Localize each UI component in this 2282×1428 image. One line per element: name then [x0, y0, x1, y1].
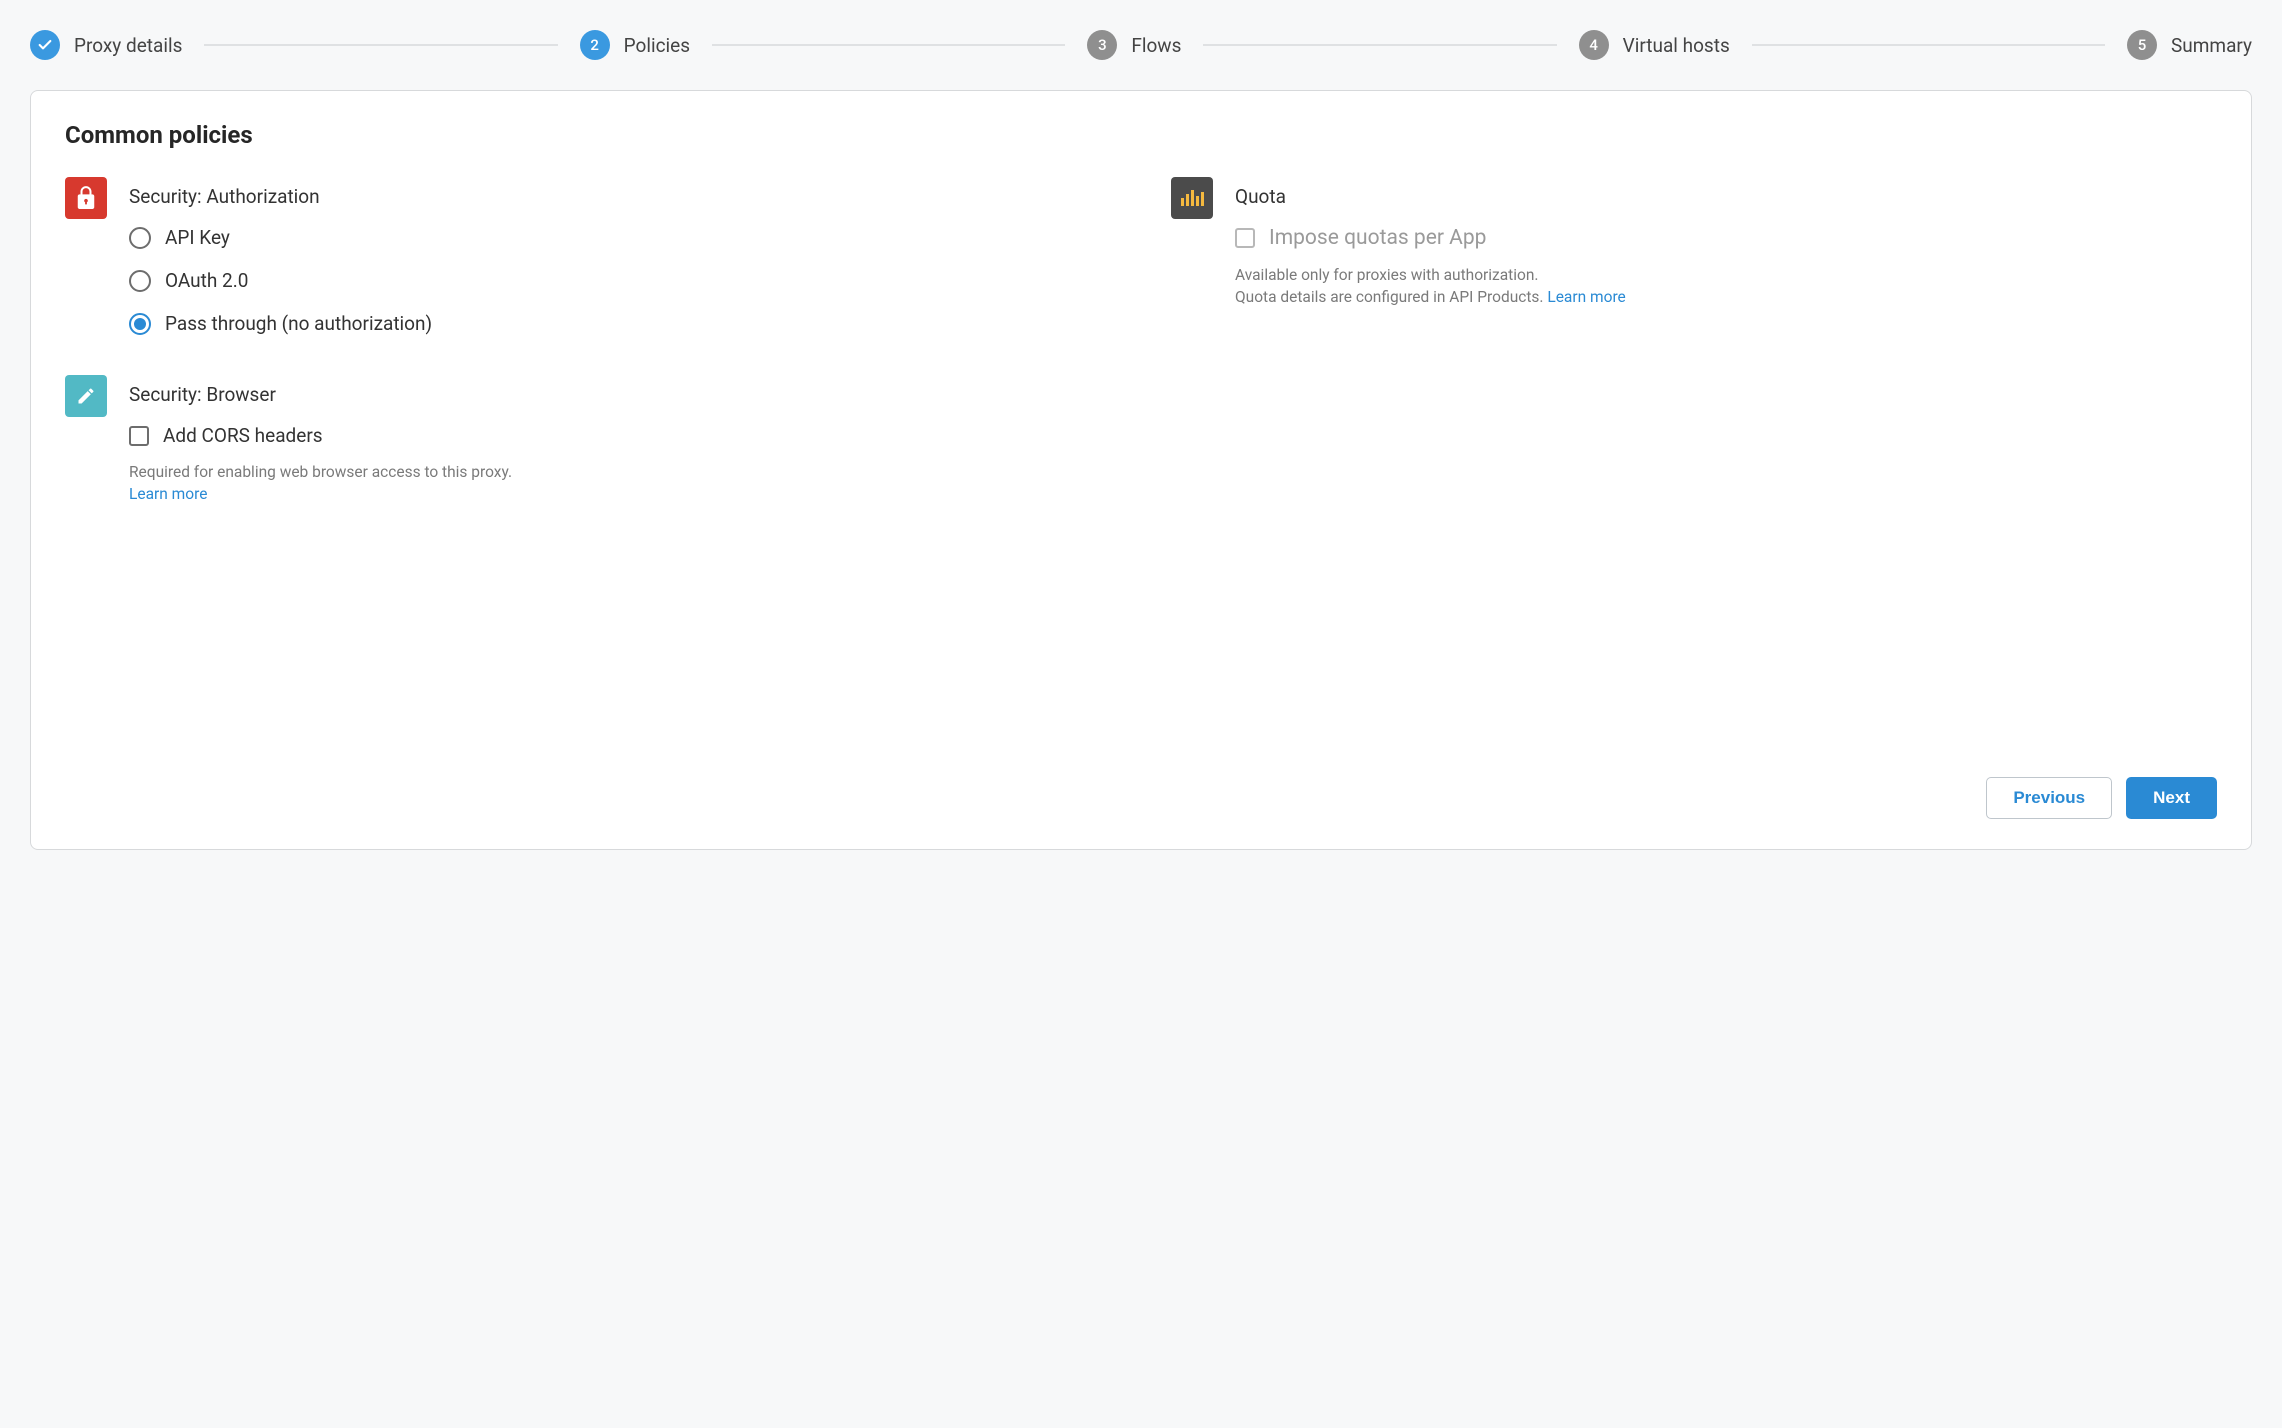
previous-button[interactable]: Previous	[1986, 777, 2112, 819]
radio-api-key[interactable]: API Key	[129, 226, 1111, 249]
step-label: Proxy details	[74, 34, 182, 57]
checkbox-label: Impose quotas per App	[1269, 226, 1486, 250]
quota-learn-more-link[interactable]: Learn more	[1547, 288, 1625, 306]
step-number: 4	[1579, 30, 1609, 60]
quota-bars-icon	[1171, 177, 1213, 219]
section-title: Security: Authorization	[129, 177, 1111, 208]
footer-buttons: Previous Next	[65, 777, 2217, 819]
radio-oauth[interactable]: OAuth 2.0	[129, 269, 1111, 292]
helper-line: Quota details are configured in API Prod…	[1235, 288, 1547, 306]
step-label: Flows	[1131, 34, 1181, 57]
step-label: Summary	[2171, 34, 2252, 57]
step-flows[interactable]: 3 Flows	[1087, 30, 1181, 60]
check-icon	[30, 30, 60, 60]
step-virtual-hosts[interactable]: 4 Virtual hosts	[1579, 30, 1730, 60]
step-divider	[712, 44, 1065, 46]
sections-grid: Security: Authorization API Key OAuth 2.…	[65, 177, 2217, 747]
next-button[interactable]: Next	[2126, 777, 2217, 819]
checkbox-label: Add CORS headers	[163, 424, 323, 447]
checkbox-impose-quotas: Impose quotas per App	[1235, 226, 2217, 250]
policies-card: Common policies Security: Authorization …	[30, 90, 2252, 850]
section-quota: Quota Impose quotas per App Available on…	[1171, 177, 2217, 335]
step-policies[interactable]: 2 Policies	[580, 30, 690, 60]
step-summary[interactable]: 5 Summary	[2127, 30, 2252, 60]
checkbox-icon	[129, 426, 149, 446]
radio-label: OAuth 2.0	[165, 269, 248, 292]
authorization-radio-group: API Key OAuth 2.0 Pass through (no autho…	[129, 226, 1111, 335]
pencil-icon	[65, 375, 107, 417]
radio-icon	[129, 313, 151, 335]
section-security-authorization: Security: Authorization API Key OAuth 2.…	[65, 177, 1111, 335]
step-divider	[204, 44, 557, 46]
helper-line: Available only for proxies with authoriz…	[1235, 266, 1539, 284]
checkbox-add-cors-headers[interactable]: Add CORS headers	[129, 424, 1111, 447]
radio-icon	[129, 270, 151, 292]
radio-icon	[129, 227, 151, 249]
step-number: 2	[580, 30, 610, 60]
step-number: 5	[2127, 30, 2157, 60]
radio-label: API Key	[165, 226, 230, 249]
step-number: 3	[1087, 30, 1117, 60]
checkbox-icon	[1235, 228, 1255, 248]
step-label: Policies	[624, 34, 690, 57]
step-proxy-details[interactable]: Proxy details	[30, 30, 182, 60]
lock-icon	[65, 177, 107, 219]
wizard-stepper: Proxy details 2 Policies 3 Flows 4 Virtu…	[30, 20, 2252, 90]
browser-helper-text: Required for enabling web browser access…	[129, 461, 1111, 506]
section-title: Quota	[1235, 177, 2217, 208]
section-security-browser: Security: Browser Add CORS headers Requi…	[65, 375, 1111, 506]
quota-helper-text: Available only for proxies with authoriz…	[1235, 264, 2217, 309]
helper-line: Required for enabling web browser access…	[129, 463, 512, 481]
radio-label: Pass through (no authorization)	[165, 312, 432, 335]
step-label: Virtual hosts	[1623, 34, 1730, 57]
step-divider	[1752, 44, 2105, 46]
radio-pass-through[interactable]: Pass through (no authorization)	[129, 312, 1111, 335]
browser-learn-more-link[interactable]: Learn more	[129, 485, 207, 503]
page-title: Common policies	[65, 121, 2217, 149]
step-divider	[1203, 44, 1556, 46]
section-title: Security: Browser	[129, 375, 1111, 406]
